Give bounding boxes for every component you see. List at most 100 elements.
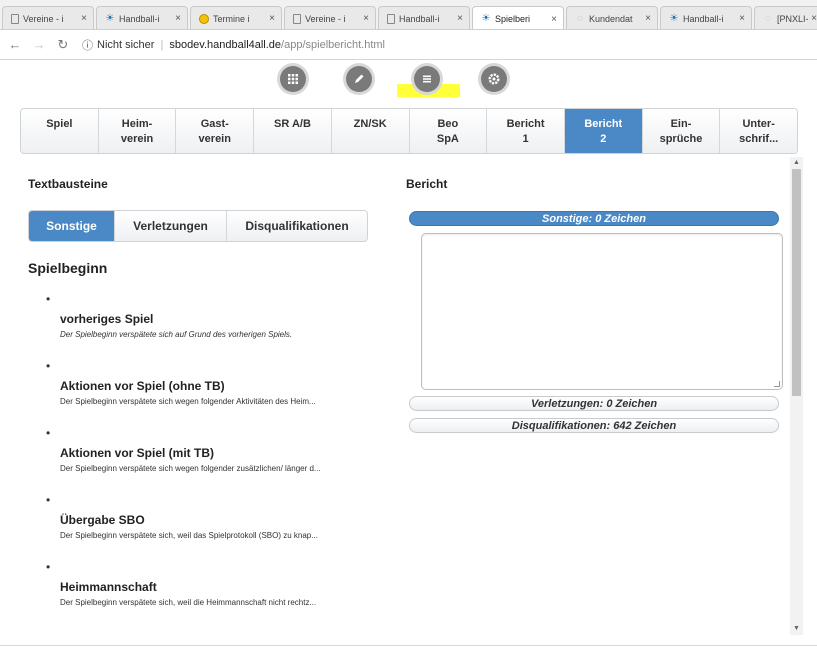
tab-unterschriften[interactable]: Unter-schrif... (720, 109, 797, 153)
browser-tab-label: Vereine - i (305, 13, 346, 24)
browser-tab-strip: Vereine - i × ☀ Handball-i × Termine i ×… (0, 0, 817, 30)
tab-gastverein[interactable]: Gast-verein (176, 109, 255, 153)
tab-bericht-2[interactable]: Bericht 2 (564, 109, 643, 153)
textbaustein-title[interactable]: Heimmannschaft (60, 580, 157, 594)
scroll-thumb[interactable] (792, 169, 801, 396)
tab-label: Spiel (46, 118, 73, 130)
tab-zn-sk[interactable]: ZN/SK (331, 109, 410, 153)
textbaustein-text: Der Spielbeginn verspätete sich wegen fo… (60, 464, 321, 473)
bullet: • (46, 426, 51, 440)
url-field[interactable]: ⓘ Nicht sicher | sbodev.handball4all.de … (82, 37, 385, 53)
tab-spiel[interactable]: Spiel (21, 109, 99, 153)
browser-tab[interactable]: ☀ Handball-i × (96, 6, 188, 29)
page-scrollbar[interactable]: ▲ ▼ (790, 157, 803, 635)
browser-tab[interactable]: ☀ Handball-i × (660, 6, 752, 29)
tab-heimverein[interactable]: Heim-verein (98, 109, 177, 153)
browser-tab[interactable]: ◌ [PNXLI-15 × (754, 6, 817, 29)
close-icon[interactable]: × (551, 14, 557, 25)
textbausteine-heading: Textbausteine (28, 177, 108, 191)
close-icon[interactable]: × (269, 13, 275, 24)
tab-label: verein (198, 133, 231, 145)
browser-tab[interactable]: Handball-i × (378, 6, 470, 29)
tab-label: Unter- (742, 118, 775, 130)
browser-tab-label: Termine i (213, 13, 250, 24)
tab-bericht-1[interactable]: Bericht 1 (487, 109, 565, 153)
browser-tab-label: Kundendat (589, 13, 633, 24)
browser-tab-label: Handball-i (399, 13, 440, 24)
close-icon[interactable]: × (739, 13, 745, 24)
textbaustein-list: • vorheriges Spiel Der Spielbeginn versp… (42, 292, 392, 627)
close-icon[interactable]: × (81, 13, 87, 24)
scroll-up-arrow-icon[interactable]: ▲ (790, 157, 803, 169)
tab-label: verein (120, 133, 154, 145)
section-title-spielbeginn: Spielbeginn (28, 260, 108, 276)
section-header-disqualifikationen[interactable]: Disqualifikationen: 642 Zeichen (409, 418, 779, 433)
close-icon[interactable]: × (645, 13, 651, 24)
dim-icon: ◌ (577, 12, 583, 24)
browser-tab[interactable]: Termine i × (190, 6, 282, 29)
handball-icon: ☀ (105, 12, 115, 24)
textbaustein-title[interactable]: Aktionen vor Spiel (ohne TB) (60, 379, 225, 393)
textbaustein-item[interactable]: • Heimmannschaft Der Spielbeginn verspät… (42, 560, 392, 627)
close-icon[interactable]: × (457, 13, 463, 24)
textbaustein-item[interactable]: • Aktionen vor Spiel (mit TB) Der Spielb… (42, 426, 392, 493)
resize-handle-icon[interactable] (774, 381, 780, 387)
tab-label: Bericht (584, 118, 623, 130)
forward-arrow-icon[interactable]: → (30, 37, 48, 52)
bullet: • (46, 359, 51, 373)
browser-tab[interactable]: ◌ Kundendat × (566, 6, 658, 29)
section-header-verletzungen[interactable]: Verletzungen: 0 Zeichen (409, 396, 779, 411)
url-path: /app/spielbericht.html (281, 38, 385, 51)
edit-icon[interactable] (346, 66, 372, 92)
list-icon[interactable] (414, 66, 440, 92)
dim-icon: ◌ (765, 12, 771, 24)
category-tab-verletzungen[interactable]: Verletzungen (115, 211, 227, 241)
tab-beo-spa[interactable]: Beo SpA (409, 109, 488, 153)
settings-icon[interactable] (481, 66, 507, 92)
url-domain: sbodev.handball4all.de (169, 38, 282, 51)
tab-label: 2 (600, 133, 607, 145)
info-icon[interactable]: ⓘ (82, 37, 93, 53)
tab-label: schrif... (739, 133, 779, 145)
tab-einsprueche[interactable]: Ein-sprüche (642, 109, 721, 153)
textbaustein-item[interactable]: • vorheriges Spiel Der Spielbeginn versp… (42, 292, 392, 359)
report-textarea[interactable] (421, 233, 783, 390)
textbaustein-title[interactable]: Aktionen vor Spiel (mit TB) (60, 446, 214, 460)
category-tab-disqualifikationen[interactable]: Disqualifikationen (227, 211, 367, 241)
bericht-heading: Bericht (406, 177, 448, 191)
browser-tab-label: Handball-i (683, 13, 724, 24)
tab-label: Gast- (200, 118, 229, 130)
reload-icon[interactable]: ↻ (54, 37, 72, 53)
textbaustein-title[interactable]: vorheriges Spiel (60, 312, 153, 326)
url-separator: | (160, 38, 164, 51)
textbaustein-title[interactable]: Übergabe SBO (60, 513, 145, 527)
browser-tab-label: Spielberi (495, 14, 531, 24)
textbaustein-item[interactable]: • Aktionen vor Spiel (ohne TB) Der Spiel… (42, 359, 392, 426)
scroll-down-arrow-icon[interactable]: ▼ (790, 623, 803, 635)
textbaustein-text: Der Spielbeginn verspätete sich, weil da… (60, 531, 318, 540)
tab-label: ZN/SK (353, 118, 387, 130)
browser-tab-label: Vereine - i (23, 13, 64, 24)
address-bar: ← → ↻ ⓘ Nicht sicher | sbodev.handball4a… (0, 30, 817, 60)
grid-icon[interactable] (280, 66, 306, 92)
textbaustein-item[interactable]: • Übergabe SBO Der Spielbeginn verspätet… (42, 493, 392, 560)
browser-tab-active[interactable]: ☀ Spielberi × (472, 6, 564, 29)
divider (0, 645, 817, 646)
category-tab-sonstige[interactable]: Sonstige (29, 211, 115, 241)
bullet: • (46, 292, 51, 306)
browser-tab[interactable]: Vereine - i × (2, 6, 94, 29)
tab-label: Heim- (121, 118, 153, 130)
app-toolbar (0, 62, 817, 98)
close-icon[interactable]: × (363, 13, 369, 24)
back-arrow-icon[interactable]: ← (6, 37, 24, 52)
document-icon (387, 13, 395, 24)
tab-label: sprüche (659, 133, 703, 145)
tab-label: Beo (437, 118, 459, 130)
close-icon[interactable]: × (175, 13, 181, 24)
tab-sr-ab[interactable]: SR A/B (254, 109, 332, 153)
browser-tab[interactable]: Vereine - i × (284, 6, 376, 29)
section-header-sonstige[interactable]: Sonstige: 0 Zeichen (409, 211, 779, 226)
tab-label: SpA (436, 133, 459, 145)
close-icon[interactable]: × (811, 13, 817, 24)
circle-icon (199, 13, 209, 24)
